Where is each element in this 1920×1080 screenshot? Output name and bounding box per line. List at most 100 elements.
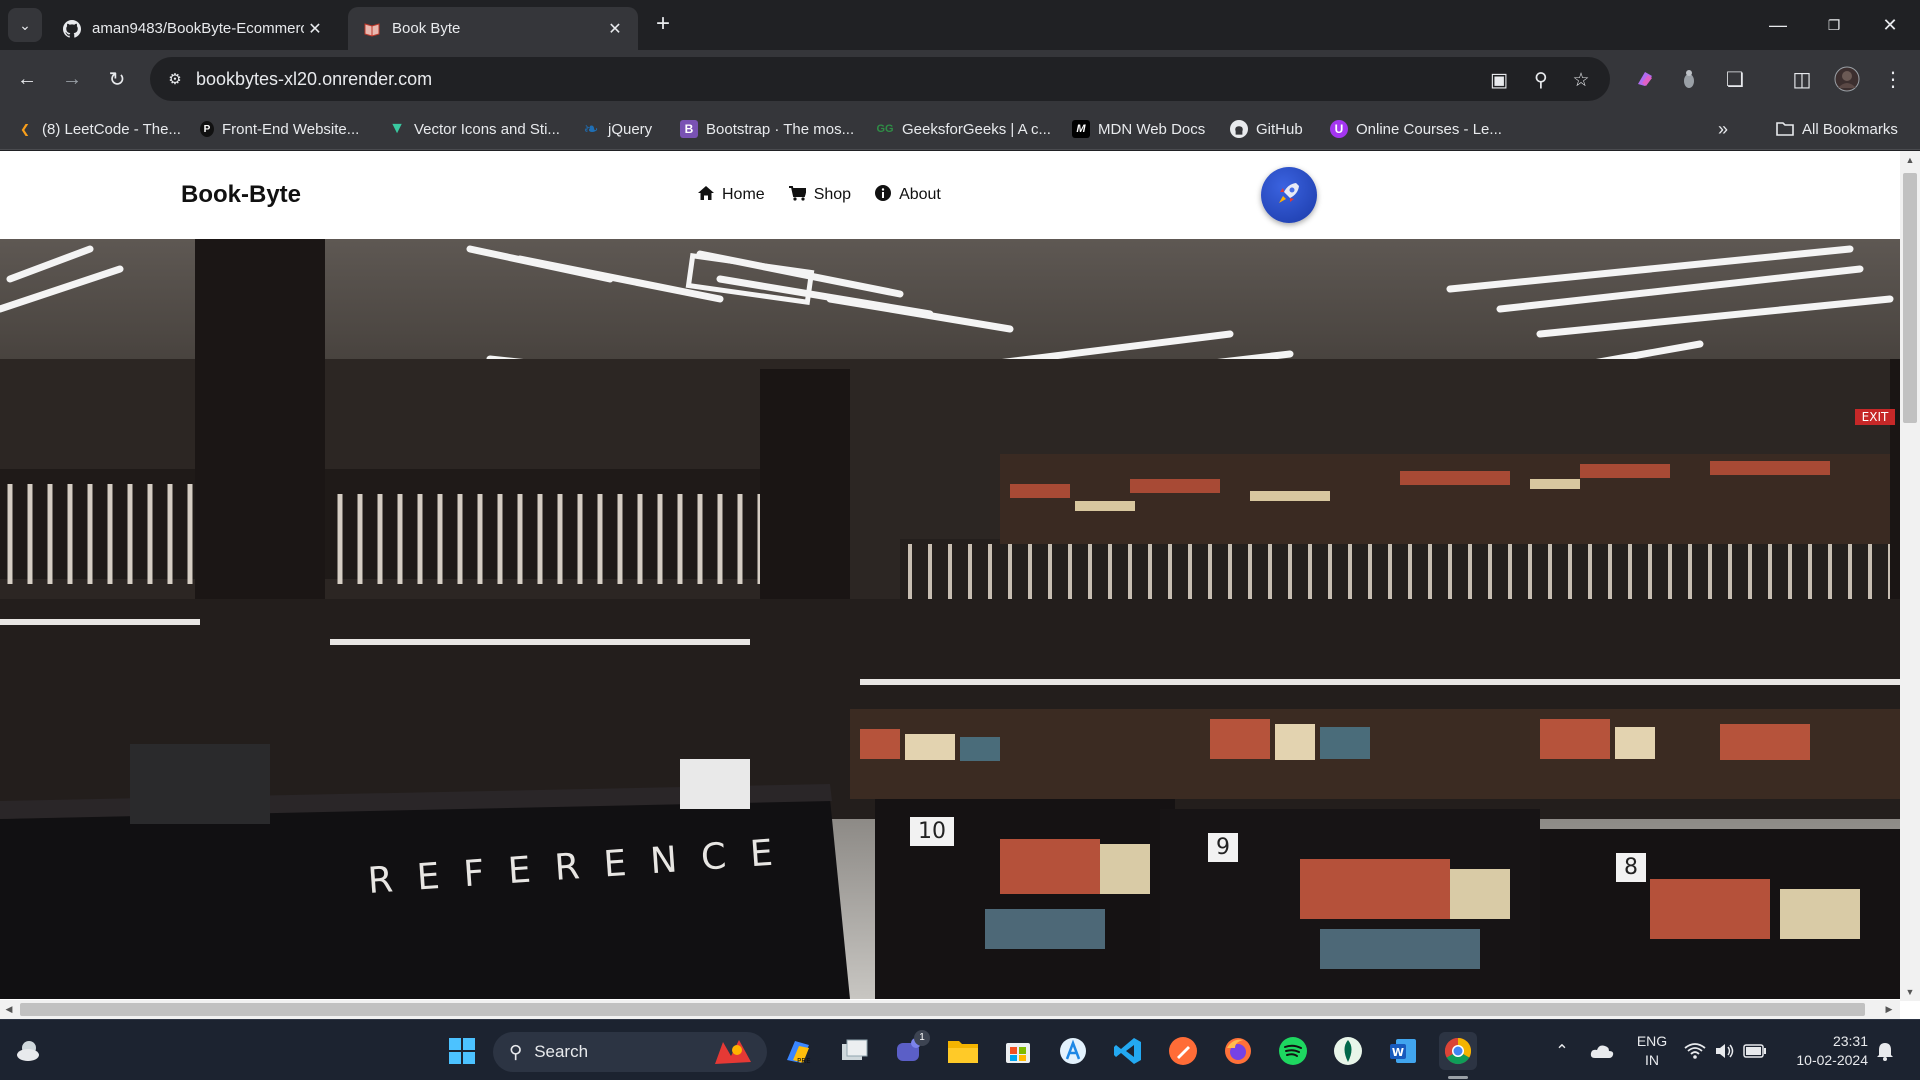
horizontal-scrollbar[interactable]: ◀ ▶: [0, 1000, 1900, 1019]
weather-widget-icon[interactable]: [10, 1032, 48, 1070]
address-bar[interactable]: ⚙ bookbytes-xl20.onrender.com ▣ ⚲ ☆: [150, 57, 1610, 101]
bookmark-gfg[interactable]: GG GeeksforGeeks | A c...: [876, 116, 1051, 142]
site-settings-icon[interactable]: ⚙: [164, 68, 186, 90]
bookmark-flaticon[interactable]: ▼ Vector Icons and Sti...: [388, 116, 560, 142]
bookmark-bootstrap[interactable]: B Bootstrap · The mos...: [680, 116, 854, 142]
bootstrap-icon: B: [680, 120, 698, 138]
site-brand[interactable]: Book-Byte: [181, 181, 301, 209]
forward-button[interactable]: →: [57, 64, 87, 94]
tab-book-byte[interactable]: Book Byte ✕: [348, 7, 638, 50]
zoom-icon[interactable]: ⚲: [1528, 67, 1554, 93]
minimize-icon: —: [1769, 14, 1787, 35]
bookmark-label: Vector Icons and Sti...: [414, 120, 560, 138]
nav-label: Home: [722, 186, 765, 203]
nav-label: About: [899, 186, 941, 203]
file-explorer-icon[interactable]: [944, 1032, 982, 1070]
search-highlight-icon: [711, 1036, 755, 1073]
double-chevron-right-icon: »: [1718, 118, 1729, 139]
bookmark-mdn[interactable]: M MDN Web Docs: [1072, 116, 1205, 142]
extension-icon[interactable]: [1674, 64, 1704, 94]
spotify-icon[interactable]: [1274, 1032, 1312, 1070]
nav-shop[interactable]: Shop: [788, 185, 851, 205]
microsoft-store-icon[interactable]: [999, 1032, 1037, 1070]
firefox-icon[interactable]: [1219, 1032, 1257, 1070]
start-button[interactable]: [443, 1032, 481, 1070]
book-icon: [362, 19, 382, 39]
reload-button[interactable]: ↻: [102, 64, 132, 94]
browser-tab-strip: ⌄ aman9483/BookByte-Ecommerce ✕ Book Byt…: [0, 0, 1920, 50]
page-viewport: Book-Byte Home Shop About EXIT REFERENCE…: [0, 151, 1920, 1019]
bookmark-label: Online Courses - Le...: [1356, 120, 1502, 138]
app-a-icon[interactable]: [1054, 1032, 1092, 1070]
scroll-left-arrow-icon[interactable]: ◀: [0, 1000, 18, 1019]
bookmarks-overflow-button[interactable]: »: [1718, 116, 1728, 142]
vscode-icon[interactable]: [1109, 1032, 1147, 1070]
bookmark-label: All Bookmarks: [1802, 120, 1898, 138]
bookmark-leetcode[interactable]: ❮ (8) LeetCode - The...: [16, 116, 181, 142]
extension-copilot-icon[interactable]: [1630, 64, 1660, 94]
copilot-icon[interactable]: PRE: [779, 1032, 817, 1070]
scroll-right-arrow-icon[interactable]: ▶: [1880, 1000, 1898, 1019]
shelf-number: 9: [1208, 833, 1238, 862]
word-icon[interactable]: W: [1384, 1032, 1422, 1070]
tab-github[interactable]: aman9483/BookByte-Ecommerce ✕: [48, 7, 338, 50]
mongodb-compass-icon[interactable]: [1329, 1032, 1367, 1070]
new-tab-button[interactable]: +: [650, 12, 676, 38]
teams-icon[interactable]: 1: [890, 1030, 930, 1070]
close-window-button[interactable]: ✕: [1862, 0, 1918, 50]
side-panel-icon[interactable]: ◫: [1787, 64, 1817, 94]
vertical-scrollbar[interactable]: ▲ ▼: [1900, 151, 1920, 1001]
extensions-puzzle-icon[interactable]: ❏: [1720, 64, 1750, 94]
chrome-icon[interactable]: [1439, 1032, 1477, 1070]
arrow-right-icon: →: [62, 67, 82, 90]
vertical-scroll-thumb[interactable]: [1903, 173, 1917, 423]
clock-time: 23:31: [1832, 1033, 1868, 1049]
notification-bell-icon[interactable]: [1868, 1032, 1902, 1070]
github-icon: [1230, 120, 1248, 138]
profile-avatar[interactable]: [1832, 64, 1862, 94]
battery-icon[interactable]: [1740, 1032, 1770, 1070]
exit-sign-text: EXIT: [1862, 410, 1889, 424]
minimize-button[interactable]: —: [1750, 0, 1806, 50]
flaticon-icon: ▼: [389, 120, 405, 137]
github-icon: [62, 19, 82, 39]
search-label: Search: [534, 1042, 589, 1061]
install-app-icon[interactable]: ▣: [1486, 67, 1512, 93]
bookmark-github[interactable]: GitHub: [1230, 116, 1303, 142]
bookmark-label: jQuery: [608, 120, 653, 138]
language-indicator[interactable]: ENG IN: [1632, 1032, 1672, 1070]
scroll-up-arrow-icon[interactable]: ▲: [1900, 151, 1920, 169]
wifi-icon[interactable]: [1680, 1032, 1710, 1070]
scroll-down-arrow-icon[interactable]: ▼: [1900, 983, 1920, 1001]
bookmark-jquery[interactable]: ❧ jQuery: [582, 116, 652, 142]
restore-button[interactable]: ❐: [1806, 0, 1862, 50]
taskbar-search[interactable]: ⚲ Search: [493, 1032, 767, 1072]
folder-icon: [1776, 120, 1794, 138]
volume-icon[interactable]: [1710, 1032, 1740, 1070]
onedrive-cloud-icon[interactable]: [1585, 1032, 1619, 1070]
url-text[interactable]: bookbytes-xl20.onrender.com: [196, 69, 432, 90]
rocket-button[interactable]: [1261, 167, 1317, 223]
bookmark-label: GitHub: [1256, 120, 1303, 138]
close-tab-icon[interactable]: ✕: [604, 18, 626, 40]
nav-about[interactable]: About: [875, 185, 941, 205]
show-hidden-icons-chevron-up-icon[interactable]: ⌃: [1542, 1032, 1582, 1070]
bookmark-udemy[interactable]: U Online Courses - Le...: [1330, 116, 1502, 142]
postman-icon[interactable]: [1164, 1032, 1202, 1070]
bookmark-label: Bootstrap · The mos...: [706, 120, 855, 138]
all-bookmarks-button[interactable]: All Bookmarks: [1776, 116, 1898, 142]
system-clock[interactable]: 23:31 10-02-2024: [1784, 1032, 1868, 1070]
close-tab-icon[interactable]: ✕: [304, 18, 326, 40]
nav-home[interactable]: Home: [698, 185, 765, 205]
search-icon: ⚲: [509, 1041, 523, 1062]
tab-search-button[interactable]: ⌄: [8, 8, 42, 42]
horizontal-scroll-thumb[interactable]: [20, 1003, 1865, 1016]
bookmark-frontend[interactable]: P Front-End Website...: [200, 116, 359, 142]
back-button[interactable]: ←: [12, 64, 42, 94]
restore-icon: ❐: [1827, 16, 1841, 33]
teams-badge: 1: [914, 1030, 930, 1046]
site-navbar: Book-Byte Home Shop About: [0, 151, 1900, 239]
task-view-icon[interactable]: [835, 1032, 873, 1070]
bookmark-star-icon[interactable]: ☆: [1568, 67, 1594, 93]
chrome-menu-icon[interactable]: ⋮: [1878, 64, 1908, 94]
